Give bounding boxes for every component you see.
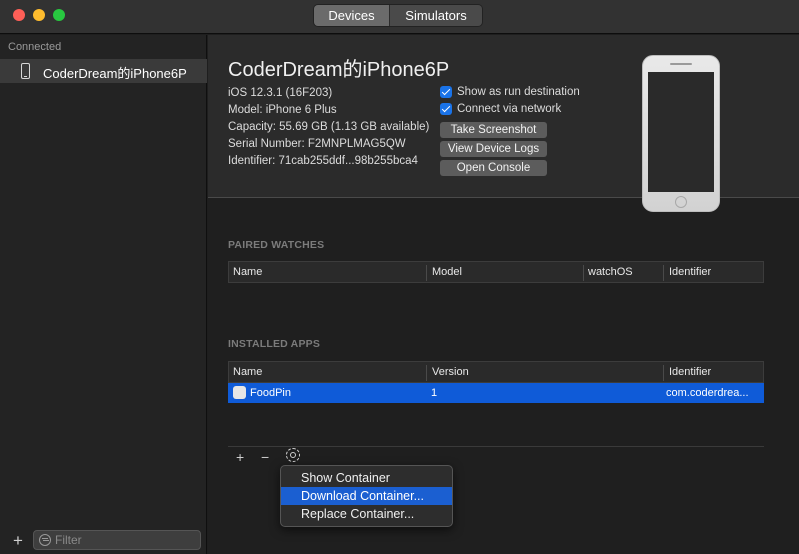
column-header-version[interactable]: Version [432,366,469,380]
home-button-icon [675,196,687,208]
checkbox-checked-icon [440,103,452,115]
column-header-watchos[interactable]: watchOS [588,266,633,280]
column-header-model[interactable]: Model [432,266,462,280]
paired-watches-heading: PAIRED WATCHES [228,239,325,251]
column-separator [426,365,427,381]
zoom-window-button[interactable] [53,9,65,21]
installed-apps-heading: INSTALLED APPS [228,338,321,350]
app-identifier: com.coderdrea... [666,387,749,399]
column-header-name[interactable]: Name [233,366,262,380]
paired-watches-table: Name Model watchOS Identifier [228,261,764,283]
speaker-grille [670,63,692,65]
column-separator [663,365,664,381]
column-separator [426,265,427,281]
device-screen [648,72,714,192]
tab-devices[interactable]: Devices [314,5,390,26]
sidebar: Connected CoderDream的iPhone6P + [0,35,207,554]
filter-field [33,530,201,550]
add-app-button[interactable]: + [236,449,244,465]
device-capacity: Capacity: 55.69 GB (1.13 GB available) [228,121,430,133]
table-row[interactable]: FoodPin 1 com.coderdrea... [228,383,764,403]
column-separator [663,265,664,281]
menu-item-replace-container[interactable]: Replace Container... [281,505,452,523]
checkbox-label: Show as run destination [457,86,580,98]
minimize-window-button[interactable] [33,9,45,21]
column-header-name[interactable]: Name [233,266,262,280]
device-info-list: iOS 12.3.1 (16F203) Model: iPhone 6 Plus… [228,85,429,170]
app-version: 1 [431,387,438,399]
gear-icon[interactable] [286,448,300,462]
menu-item-download-container[interactable]: Download Container... [281,487,452,505]
app-context-menu: Show Container Download Container... Rep… [280,465,453,527]
connect-via-network-checkbox[interactable]: Connect via network [440,103,561,115]
device-illustration [642,55,720,212]
checkbox-label: Connect via network [457,103,562,115]
device-serial-number: Serial Number: F2MNPLMAG5QW [228,138,406,150]
device-identifier: Identifier: 71cab255ddf...98b255bca4 [228,155,418,167]
filter-input[interactable] [55,532,195,548]
tab-simulators[interactable]: Simulators [390,5,482,26]
view-device-logs-button[interactable]: View Device Logs [440,141,547,157]
take-screenshot-button[interactable]: Take Screenshot [440,122,547,138]
device-ios-version: iOS 12.3.1 (16F203) [228,87,333,99]
table-header: Name Model watchOS Identifier [228,261,764,283]
table-header: Name Version Identifier [228,361,764,383]
column-header-identifier[interactable]: Identifier [669,366,711,380]
installed-apps-table: Name Version Identifier FoodPin 1 com.co… [228,361,764,403]
open-console-button[interactable]: Open Console [440,160,547,176]
table-footer-divider [228,446,764,447]
title-bar: Devices Simulators [0,0,799,34]
app-name: FoodPin [250,387,291,399]
iphone-icon [21,63,30,79]
filter-icon [39,534,51,546]
menu-item-show-container[interactable]: Show Container [281,469,452,487]
checkbox-checked-icon [440,86,452,98]
column-header-identifier[interactable]: Identifier [669,266,711,280]
show-as-run-destination-checkbox[interactable]: Show as run destination [440,86,580,98]
device-model: Model: iPhone 6 Plus [228,104,337,116]
sidebar-item-label: CoderDream的iPhone6P [43,66,187,81]
sidebar-item-device[interactable]: CoderDream的iPhone6P [0,59,207,83]
close-window-button[interactable] [13,9,25,21]
remove-app-button[interactable]: − [261,449,269,465]
app-icon [233,386,246,399]
add-device-button[interactable]: + [9,532,27,550]
column-separator [583,265,584,281]
devices-simulators-segmented-control: Devices Simulators [313,4,483,27]
main-panel: CoderDream的iPhone6P iOS 12.3.1 (16F203) … [208,35,799,554]
sidebar-header-connected: Connected [8,41,62,53]
device-name: CoderDream的iPhone6P [228,59,450,81]
